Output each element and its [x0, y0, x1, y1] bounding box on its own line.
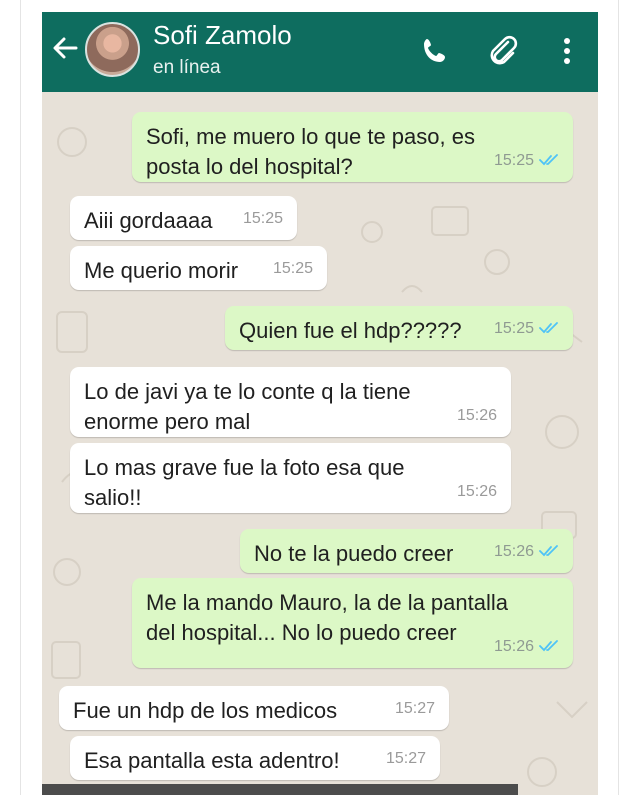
- message-time: 15:27: [394, 700, 435, 717]
- message-meta: 15:26: [494, 632, 559, 662]
- double-check-icon: [539, 545, 558, 557]
- message-text: Quien fue el hdp?????: [239, 318, 462, 343]
- message-time: 15:25: [242, 210, 283, 227]
- message-meta: 15:25: [243, 204, 283, 234]
- phone-icon[interactable]: [418, 34, 452, 68]
- paperclip-icon[interactable]: [486, 34, 520, 68]
- left-frame-line: [20, 0, 21, 795]
- double-check-icon: [539, 154, 558, 166]
- incoming-message[interactable]: Lo de javi ya te lo conte q la tiene eno…: [70, 367, 511, 437]
- message-time: 15:26: [493, 543, 534, 560]
- incoming-message[interactable]: Esa pantalla esta adentro! 15:27: [70, 736, 440, 780]
- message-text: Lo de javi ya te lo conte q la tiene eno…: [84, 379, 411, 434]
- more-vertical-icon[interactable]: [550, 34, 584, 68]
- double-check-icon: [539, 640, 558, 652]
- message-time: 15:25: [493, 320, 534, 337]
- chat-header: Sofi Zamolo en línea: [42, 12, 598, 92]
- message-text: Esa pantalla esta adentro!: [84, 748, 340, 773]
- outgoing-message[interactable]: No te la puedo creer 15:26: [240, 529, 573, 573]
- contact-name[interactable]: Sofi Zamolo: [153, 20, 292, 51]
- message-meta: 15:25: [494, 146, 559, 176]
- message-time: 15:26: [456, 483, 497, 500]
- message-meta: 15:26: [457, 477, 497, 507]
- arrow-left-icon[interactable]: [50, 33, 80, 63]
- outgoing-message[interactable]: Me la mando Mauro, la de la pantalla del…: [132, 578, 573, 668]
- outgoing-message[interactable]: Quien fue el hdp????? 15:25: [225, 306, 573, 350]
- message-meta: 15:27: [386, 744, 426, 774]
- contact-status: en línea: [153, 57, 221, 78]
- avatar[interactable]: [85, 22, 140, 77]
- message-time: 15:25: [493, 152, 534, 169]
- message-time: 15:25: [272, 260, 313, 277]
- message-time: 15:27: [385, 750, 426, 767]
- bottom-bar: [42, 784, 518, 795]
- message-meta: 15:26: [494, 537, 559, 567]
- message-text: Lo mas grave fue la foto esa que salio!!: [84, 455, 405, 510]
- message-text: Sofi, me muero lo que te paso, es posta …: [146, 124, 475, 179]
- incoming-message[interactable]: Lo mas grave fue la foto esa que salio!!…: [70, 443, 511, 513]
- right-frame-line: [618, 0, 619, 795]
- incoming-message[interactable]: Me querio morir 15:25: [70, 246, 327, 290]
- message-meta: 15:25: [494, 314, 559, 344]
- message-time: 15:26: [493, 638, 534, 655]
- message-meta: 15:27: [395, 694, 435, 724]
- message-text: Me querio morir: [84, 258, 239, 283]
- incoming-message[interactable]: Fue un hdp de los medicos 15:27: [59, 686, 449, 730]
- double-check-icon: [539, 322, 558, 334]
- outgoing-message[interactable]: Sofi, me muero lo que te paso, es posta …: [132, 112, 573, 182]
- message-meta: 15:25: [273, 254, 313, 284]
- incoming-message[interactable]: Aiii gordaaaa 15:25: [70, 196, 297, 240]
- chat-screen: Sofi Zamolo en línea Sofi, me muero lo q…: [42, 12, 598, 795]
- message-text: No te la puedo creer: [254, 541, 454, 566]
- message-meta: 15:26: [457, 401, 497, 431]
- message-time: 15:26: [456, 407, 497, 424]
- message-text: Me la mando Mauro, la de la pantalla del…: [146, 590, 508, 645]
- message-text: Fue un hdp de los medicos: [73, 698, 338, 723]
- message-text: Aiii gordaaaa: [84, 208, 213, 233]
